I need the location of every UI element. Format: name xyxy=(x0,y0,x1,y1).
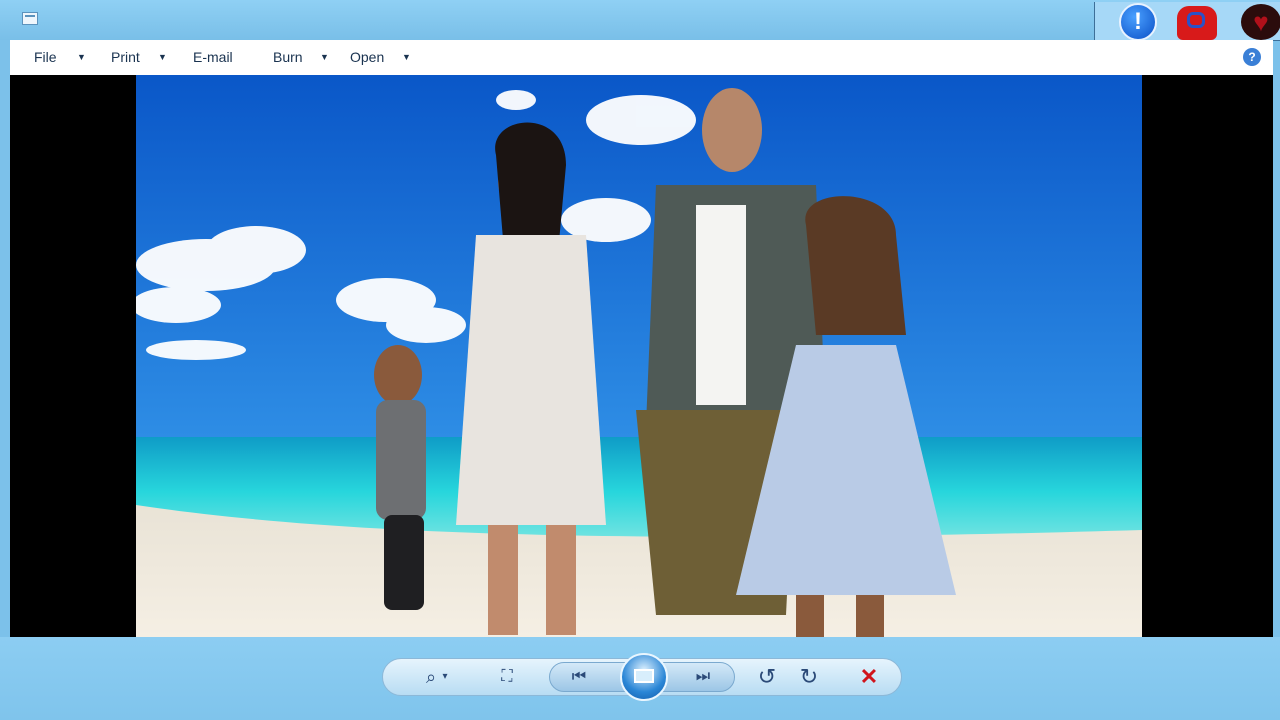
alert-icon[interactable]: ! xyxy=(1119,3,1157,41)
email-menu[interactable]: E-mail xyxy=(193,40,233,75)
next-icon[interactable]: ⏭ xyxy=(683,659,723,695)
backpack-icon[interactable] xyxy=(1177,6,1217,40)
photo-viewer-icon[interactable] xyxy=(22,12,38,25)
menu-bar: File ▼ Print ▼ E-mail Burn ▼ Open ▼ ? xyxy=(10,40,1273,75)
print-menu-arrow-icon[interactable]: ▼ xyxy=(158,40,167,75)
beach-family-photo xyxy=(136,75,1142,637)
slideshow-icon[interactable] xyxy=(620,653,668,701)
zoom-dropdown-icon[interactable]: ▾ xyxy=(435,659,455,695)
game-hud-tray: ! ♥ xyxy=(1094,2,1280,41)
delete-icon[interactable]: ✕ xyxy=(849,659,889,695)
file-menu[interactable]: File xyxy=(34,40,57,75)
open-menu[interactable]: Open xyxy=(350,40,384,75)
actual-size-icon[interactable]: ⛶ xyxy=(487,659,527,695)
title-bar: ! ♥ xyxy=(0,0,1280,41)
heart-icon[interactable]: ♥ xyxy=(1241,4,1280,40)
file-menu-arrow-icon[interactable]: ▼ xyxy=(77,40,86,75)
burn-menu-arrow-icon[interactable]: ▼ xyxy=(320,40,329,75)
control-bar: ⌕ ▾ ⛶ ⏮ ⏭ ↺ ↻ ✕ xyxy=(0,637,1280,720)
open-menu-arrow-icon[interactable]: ▼ xyxy=(402,40,411,75)
help-icon[interactable]: ? xyxy=(1243,48,1261,66)
print-menu[interactable]: Print xyxy=(111,40,140,75)
rotate-counterclockwise-icon[interactable]: ↺ xyxy=(747,659,787,695)
previous-icon[interactable]: ⏮ xyxy=(559,659,599,695)
burn-menu[interactable]: Burn xyxy=(273,40,303,75)
viewer-controls: ⌕ ▾ ⛶ ⏮ ⏭ ↺ ↻ ✕ xyxy=(382,653,902,701)
image-viewer[interactable] xyxy=(10,75,1273,637)
rotate-clockwise-icon[interactable]: ↻ xyxy=(789,659,829,695)
